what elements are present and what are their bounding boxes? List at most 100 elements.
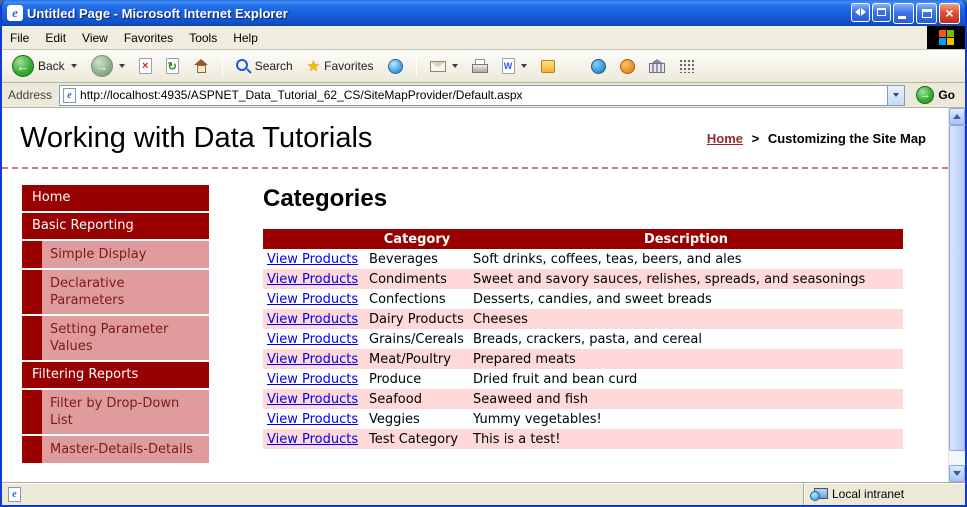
home-button[interactable] [187,56,215,76]
status-left-panel: e [2,483,803,505]
description-cell: Breads, crackers, pasta, and cereal [473,331,702,347]
description-cell: Cheeses [469,309,903,329]
vertical-scrollbar[interactable] [948,108,965,482]
messenger-icon [590,58,606,74]
mail-button[interactable] [424,58,464,75]
sidebar-item-label: Basic Reporting [32,218,134,233]
table-row: View Products Condiments Sweet and savor… [263,269,903,289]
view-products-link[interactable]: View Products [267,432,358,447]
search-button[interactable]: Search [230,56,299,77]
zone-label: Local intranet [832,487,905,501]
back-button[interactable]: ← Back [6,52,83,80]
forward-button[interactable]: → [85,52,131,80]
menu-tools[interactable]: Tools [181,26,225,49]
sidebar-item-label: Simple Display [42,241,209,268]
scrollbar-thumb[interactable] [949,125,965,451]
print-icon [471,59,488,73]
address-label: Address [8,88,53,102]
toolbar-addon-buttons [585,56,700,77]
sidebar-item-label: Declarative Parameters [42,270,209,314]
scroll-down-button[interactable] [949,465,965,482]
page-body: Home Basic Reporting Simple Display Decl… [2,169,948,465]
view-products-link[interactable]: View Products [267,292,358,307]
sidebar-item-label: Setting Parameter Values [42,316,209,360]
table-row: View Products Dairy Products Cheeses [263,309,903,329]
mail-icon [429,60,446,72]
discuss-icon [540,59,555,73]
sidebar-item-basic-reporting[interactable]: Basic Reporting [22,213,209,239]
maximize-button[interactable] [916,2,937,24]
ie-logo-icon: e [7,5,23,21]
edit-dropdown-caret-icon[interactable] [520,64,527,68]
edit-with-word-button[interactable]: W [496,55,533,77]
messenger-button[interactable] [585,56,612,77]
close-button[interactable]: × [939,2,960,24]
back-label: Back [38,59,65,73]
sidebar-item-master-details-details[interactable]: Master-Details-Details [22,436,209,463]
forward-icon: → [90,55,113,77]
sidebar-item-label: Filtering Reports [32,367,139,382]
address-url[interactable]: http://localhost:4935/ASPNET_Data_Tutori… [80,88,883,102]
sidebar-indent [22,436,42,463]
menu-favorites[interactable]: Favorites [116,26,181,49]
address-input[interactable]: e http://localhost:4935/ASPNET_Data_Tuto… [59,84,906,106]
print-button[interactable] [466,56,494,76]
sidebar-item-filter-by-drop-down-list[interactable]: Filter by Drop-Down List [22,390,209,434]
stop-button[interactable]: × [133,55,158,77]
view-products-link[interactable]: View Products [267,392,358,407]
view-products-link[interactable]: View Products [267,352,358,367]
categories-table: Category Description View Products Bever… [263,229,903,449]
sidebar-item-filtering-reports[interactable]: Filtering Reports [22,362,209,388]
toolbar-separator [221,55,223,77]
menu-edit[interactable]: Edit [37,26,74,49]
sidebar-item-setting-parameter-values[interactable]: Setting Parameter Values [22,316,209,360]
research-button[interactable] [643,56,671,76]
menu-help[interactable]: Help [225,26,266,49]
category-cell: Grains/Cereals [369,331,464,347]
view-products-link[interactable]: View Products [267,272,358,287]
table-row: View Products Meat/Poultry Prepared meat… [263,349,903,369]
grid-button[interactable] [673,56,700,76]
category-cell: Test Category [365,429,469,449]
table-row: View Products Test Category This is a te… [263,429,903,449]
category-cell: Confections [369,291,446,307]
title-extra-arrows-button[interactable] [851,2,870,22]
sidebar-item-declarative-parameters[interactable]: Declarative Parameters [22,270,209,314]
address-bar: Address e http://localhost:4935/ASPNET_D… [2,83,965,108]
view-products-link[interactable]: View Products [267,412,358,427]
table-row: View Products Grains/Cereals Breads, cra… [263,329,903,349]
scroll-up-arrow-icon [953,114,961,119]
msn-button[interactable] [614,56,641,77]
window-controls: × [851,2,960,24]
discuss-button[interactable] [535,57,561,76]
view-products-link[interactable]: View Products [267,372,358,387]
menu-file[interactable]: File [2,26,37,49]
back-dropdown-caret-icon[interactable] [70,64,77,68]
breadcrumb-current: Customizing the Site Map [767,131,926,146]
left-right-arrows-icon [855,8,866,16]
menu-spacer [266,26,927,49]
view-products-link[interactable]: View Products [267,332,358,347]
favorites-star-icon: ★ [306,57,321,75]
sidebar-item-simple-display[interactable]: Simple Display [22,241,209,268]
menu-view[interactable]: View [74,26,116,49]
scroll-up-button[interactable] [949,108,965,125]
status-bar: e Local intranet [2,482,965,505]
refresh-button[interactable]: ↻ [160,55,185,77]
sidebar-item-home[interactable]: Home [22,185,209,211]
go-button[interactable]: → Go [910,86,961,104]
view-products-link[interactable]: View Products [267,252,358,267]
minimize-button[interactable] [893,2,914,24]
search-icon [235,58,251,74]
title-extra-window-button[interactable] [872,2,891,22]
mail-dropdown-caret-icon[interactable] [451,64,458,68]
menu-bar: File Edit View Favorites Tools Help [2,26,965,50]
view-products-link[interactable]: View Products [267,312,358,327]
breadcrumb-home-link[interactable]: Home [707,131,743,146]
standard-buttons-toolbar: ← Back → × ↻ Search ★ Favorites W [2,50,965,83]
address-dropdown-button[interactable] [887,85,905,105]
forward-dropdown-caret-icon[interactable] [118,64,125,68]
sidebar-item-label: Master-Details-Details [42,436,209,463]
favorites-button[interactable]: ★ Favorites [301,56,380,77]
media-button[interactable] [382,56,409,77]
